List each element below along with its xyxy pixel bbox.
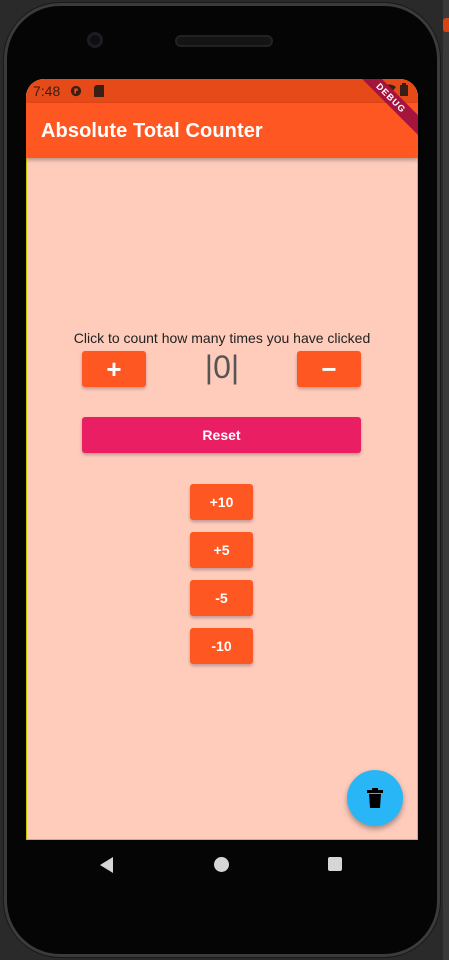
earpiece-speaker	[175, 35, 273, 47]
app-screen: 7:48 Absolute Total Counter DEBUG Click …	[26, 79, 418, 840]
notification-circle-icon	[70, 85, 82, 97]
minus-five-button[interactable]: -5	[190, 580, 253, 616]
system-navigation-bar	[26, 840, 418, 888]
decrement-button[interactable]: −	[297, 351, 361, 387]
status-bar: 7:48	[26, 79, 418, 103]
reset-button[interactable]: Reset	[82, 417, 361, 453]
counter-value: |0|	[204, 349, 240, 385]
delete-fab[interactable]	[347, 770, 403, 826]
app-icon	[443, 18, 449, 32]
front-camera	[87, 32, 103, 48]
status-time: 7:48	[33, 83, 61, 99]
trash-icon	[367, 788, 383, 808]
home-icon[interactable]	[214, 857, 229, 872]
battery-icon	[400, 83, 408, 96]
back-icon[interactable]	[100, 857, 113, 873]
recents-icon[interactable]	[328, 857, 342, 871]
background-window-edge	[443, 0, 449, 960]
sd-card-icon	[94, 85, 104, 97]
increment-button[interactable]: +	[82, 351, 146, 387]
plus-ten-button[interactable]: +10	[190, 484, 253, 520]
counter-instruction: Click to count how many times you have c…	[73, 330, 371, 346]
minus-ten-button[interactable]: -10	[190, 628, 253, 664]
app-bar: Absolute Total Counter	[26, 103, 418, 158]
app-title: Absolute Total Counter	[41, 120, 263, 142]
plus-five-button[interactable]: +5	[190, 532, 253, 568]
